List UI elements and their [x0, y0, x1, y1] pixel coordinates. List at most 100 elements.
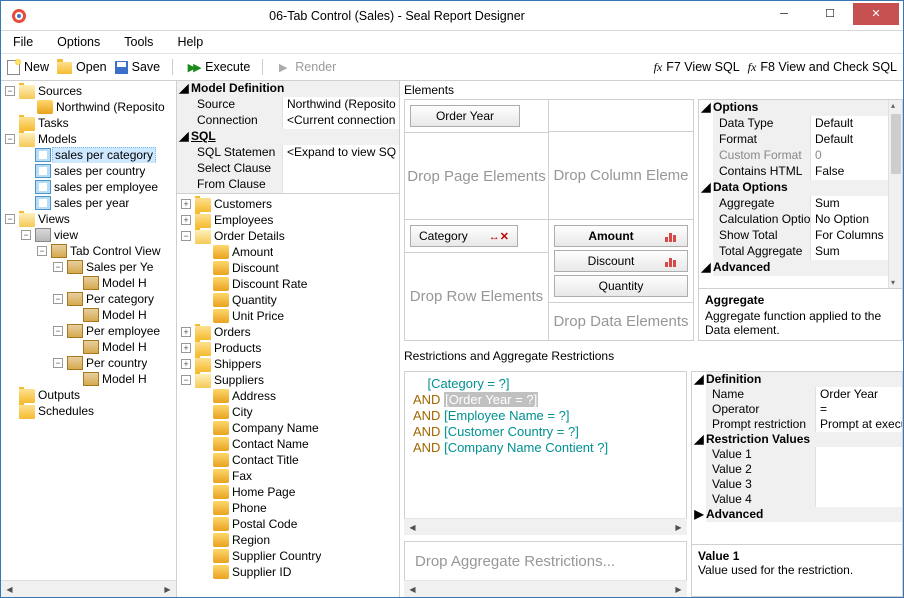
opt-calc[interactable]: No Option [811, 212, 888, 228]
col-supid[interactable]: Supplier ID [232, 565, 291, 580]
tree-modelh[interactable]: Model H [102, 308, 147, 323]
menu-file[interactable]: File [13, 35, 33, 49]
maximize-button[interactable]: ☐ [807, 3, 853, 25]
view-check-sql-button[interactable]: fxF8 View and Check SQL [748, 60, 897, 75]
def-name[interactable]: Order Year [816, 387, 902, 402]
opt-aggregate[interactable]: Sum [811, 196, 888, 212]
opt-totalagg[interactable]: Sum [811, 244, 888, 260]
drop-data-zone[interactable]: Drop Data Elements [549, 303, 693, 340]
opt-datatype[interactable]: Default [811, 116, 888, 132]
menu-tools[interactable]: Tools [124, 35, 153, 49]
tree-model-employee[interactable]: sales per employee [54, 180, 158, 195]
tree-tasks[interactable]: Tasks [38, 116, 69, 131]
col-fax[interactable]: Fax [232, 469, 252, 484]
sql-statement[interactable]: <Expand to view SQ [283, 145, 399, 161]
tree-northwind[interactable]: Northwind (Reposito [56, 100, 165, 115]
col-contactname[interactable]: Contact Name [232, 437, 309, 452]
def-value2[interactable] [816, 462, 902, 477]
modeldef-source[interactable]: Northwind (Reposito [283, 97, 399, 113]
navigation-tree[interactable]: −Sources Northwind (Reposito Tasks −Mode… [1, 81, 177, 597]
render-button[interactable]: ▶Render [275, 59, 336, 75]
col-quantity[interactable]: Quantity [232, 293, 277, 308]
tree-model-country[interactable]: sales per country [54, 164, 145, 179]
def-value3[interactable] [816, 477, 902, 492]
col-city[interactable]: City [232, 405, 253, 420]
schema-suppliers[interactable]: Suppliers [214, 373, 264, 388]
element-amount[interactable]: Amount [554, 225, 688, 247]
element-category[interactable]: Category↔✕ [410, 225, 518, 247]
col-homepage[interactable]: Home Page [232, 485, 295, 500]
restriction-properties-grid[interactable]: ◢Definition NameOrder Year Operator= Pro… [691, 371, 903, 545]
element-quantity[interactable]: Quantity [554, 275, 688, 297]
close-button[interactable]: ✕ [853, 3, 899, 25]
element-order-year[interactable]: Order Year [410, 105, 520, 127]
col-amount[interactable]: Amount [232, 245, 273, 260]
col-address[interactable]: Address [232, 389, 276, 404]
schema-tree[interactable]: +Customers +Employees −Order Details Amo… [177, 194, 399, 597]
schema-employees[interactable]: Employees [214, 213, 273, 228]
element-discount[interactable]: Discount [554, 250, 688, 272]
elements-designer[interactable]: Order Year Drop Page Elements Drop Colum… [404, 99, 694, 341]
tree-salesperyear[interactable]: Sales per Ye [86, 260, 153, 275]
def-value1[interactable] [816, 447, 902, 462]
remove-icon[interactable]: ↔✕ [489, 230, 509, 243]
drop-aggregate-zone[interactable]: Drop Aggregate Restrictions... [404, 541, 687, 581]
def-prompt[interactable]: Prompt at execution [816, 417, 902, 432]
modeldef-connection[interactable]: <Current connection [283, 113, 399, 129]
col-discount[interactable]: Discount [232, 261, 279, 276]
menu-options[interactable]: Options [57, 35, 100, 49]
schema-customers[interactable]: Customers [214, 197, 272, 212]
col-discountrate[interactable]: Discount Rate [232, 277, 307, 292]
schema-shippers[interactable]: Shippers [214, 357, 261, 372]
from-clause[interactable] [283, 177, 399, 193]
def-operator[interactable]: = [816, 402, 902, 417]
open-button[interactable]: Open [57, 60, 107, 74]
schema-orders[interactable]: Orders [214, 325, 251, 340]
drop-row-zone[interactable]: Drop Row Elements [405, 253, 548, 340]
tree-modelh[interactable]: Model H [102, 340, 147, 355]
restrictions-editor[interactable]: [Category = ?] AND [Order Year = ?] AND … [404, 371, 687, 519]
tree-modelh[interactable]: Model H [102, 372, 147, 387]
aggregate-scrollbar[interactable]: ◀▶ [404, 580, 687, 597]
tree-schedules[interactable]: Schedules [38, 404, 94, 419]
tree-tabcontrol[interactable]: Tab Control View [70, 244, 161, 259]
tree-view[interactable]: view [54, 228, 78, 243]
drop-column-zone[interactable]: Drop Column Eleme [549, 132, 693, 219]
element-options-grid[interactable]: ◢Options Data TypeDefault FormatDefault … [698, 99, 903, 289]
save-button[interactable]: Save [115, 60, 161, 74]
tree-views[interactable]: Views [38, 212, 70, 227]
col-unitprice[interactable]: Unit Price [232, 309, 284, 324]
tree-percountry[interactable]: Per country [86, 356, 147, 371]
model-definition-grid[interactable]: ◢Model Definition SourceNorthwind (Repos… [177, 81, 399, 194]
menu-help[interactable]: Help [177, 35, 203, 49]
view-sql-button[interactable]: fxF7 View SQL [654, 60, 740, 75]
col-region[interactable]: Region [232, 533, 270, 548]
tree-sources[interactable]: Sources [38, 84, 82, 99]
col-postal[interactable]: Postal Code [232, 517, 297, 532]
tree-peremployee[interactable]: Per employee [86, 324, 160, 339]
def-value4[interactable] [816, 492, 902, 507]
opt-customformat[interactable]: 0 [811, 148, 888, 164]
schema-products[interactable]: Products [214, 341, 261, 356]
schema-orderdetails[interactable]: Order Details [214, 229, 285, 244]
execute-button[interactable]: ▶▶Execute [185, 59, 250, 75]
select-clause[interactable] [283, 161, 399, 177]
opt-showtotal[interactable]: For Columns [811, 228, 888, 244]
tree-model-category[interactable]: sales per category [52, 147, 156, 163]
opt-format[interactable]: Default [811, 132, 888, 148]
new-button[interactable]: New [7, 60, 49, 75]
col-contacttitle[interactable]: Contact Title [232, 453, 299, 468]
minimize-button[interactable]: ─ [761, 3, 807, 25]
restrictions-scrollbar[interactable]: ◀▶ [404, 518, 687, 535]
col-company[interactable]: Company Name [232, 421, 319, 436]
col-supcountry[interactable]: Supplier Country [232, 549, 321, 564]
col-phone[interactable]: Phone [232, 501, 267, 516]
tree-models[interactable]: Models [38, 132, 77, 147]
tree-outputs[interactable]: Outputs [38, 388, 80, 403]
options-scrollbar[interactable] [888, 100, 902, 288]
drop-page-zone[interactable]: Drop Page Elements [405, 133, 548, 219]
tree-modelh[interactable]: Model H [102, 276, 147, 291]
tree-model-year[interactable]: sales per year [54, 196, 129, 211]
opt-containshtml[interactable]: False [811, 164, 888, 180]
tree-percategory[interactable]: Per category [86, 292, 154, 307]
